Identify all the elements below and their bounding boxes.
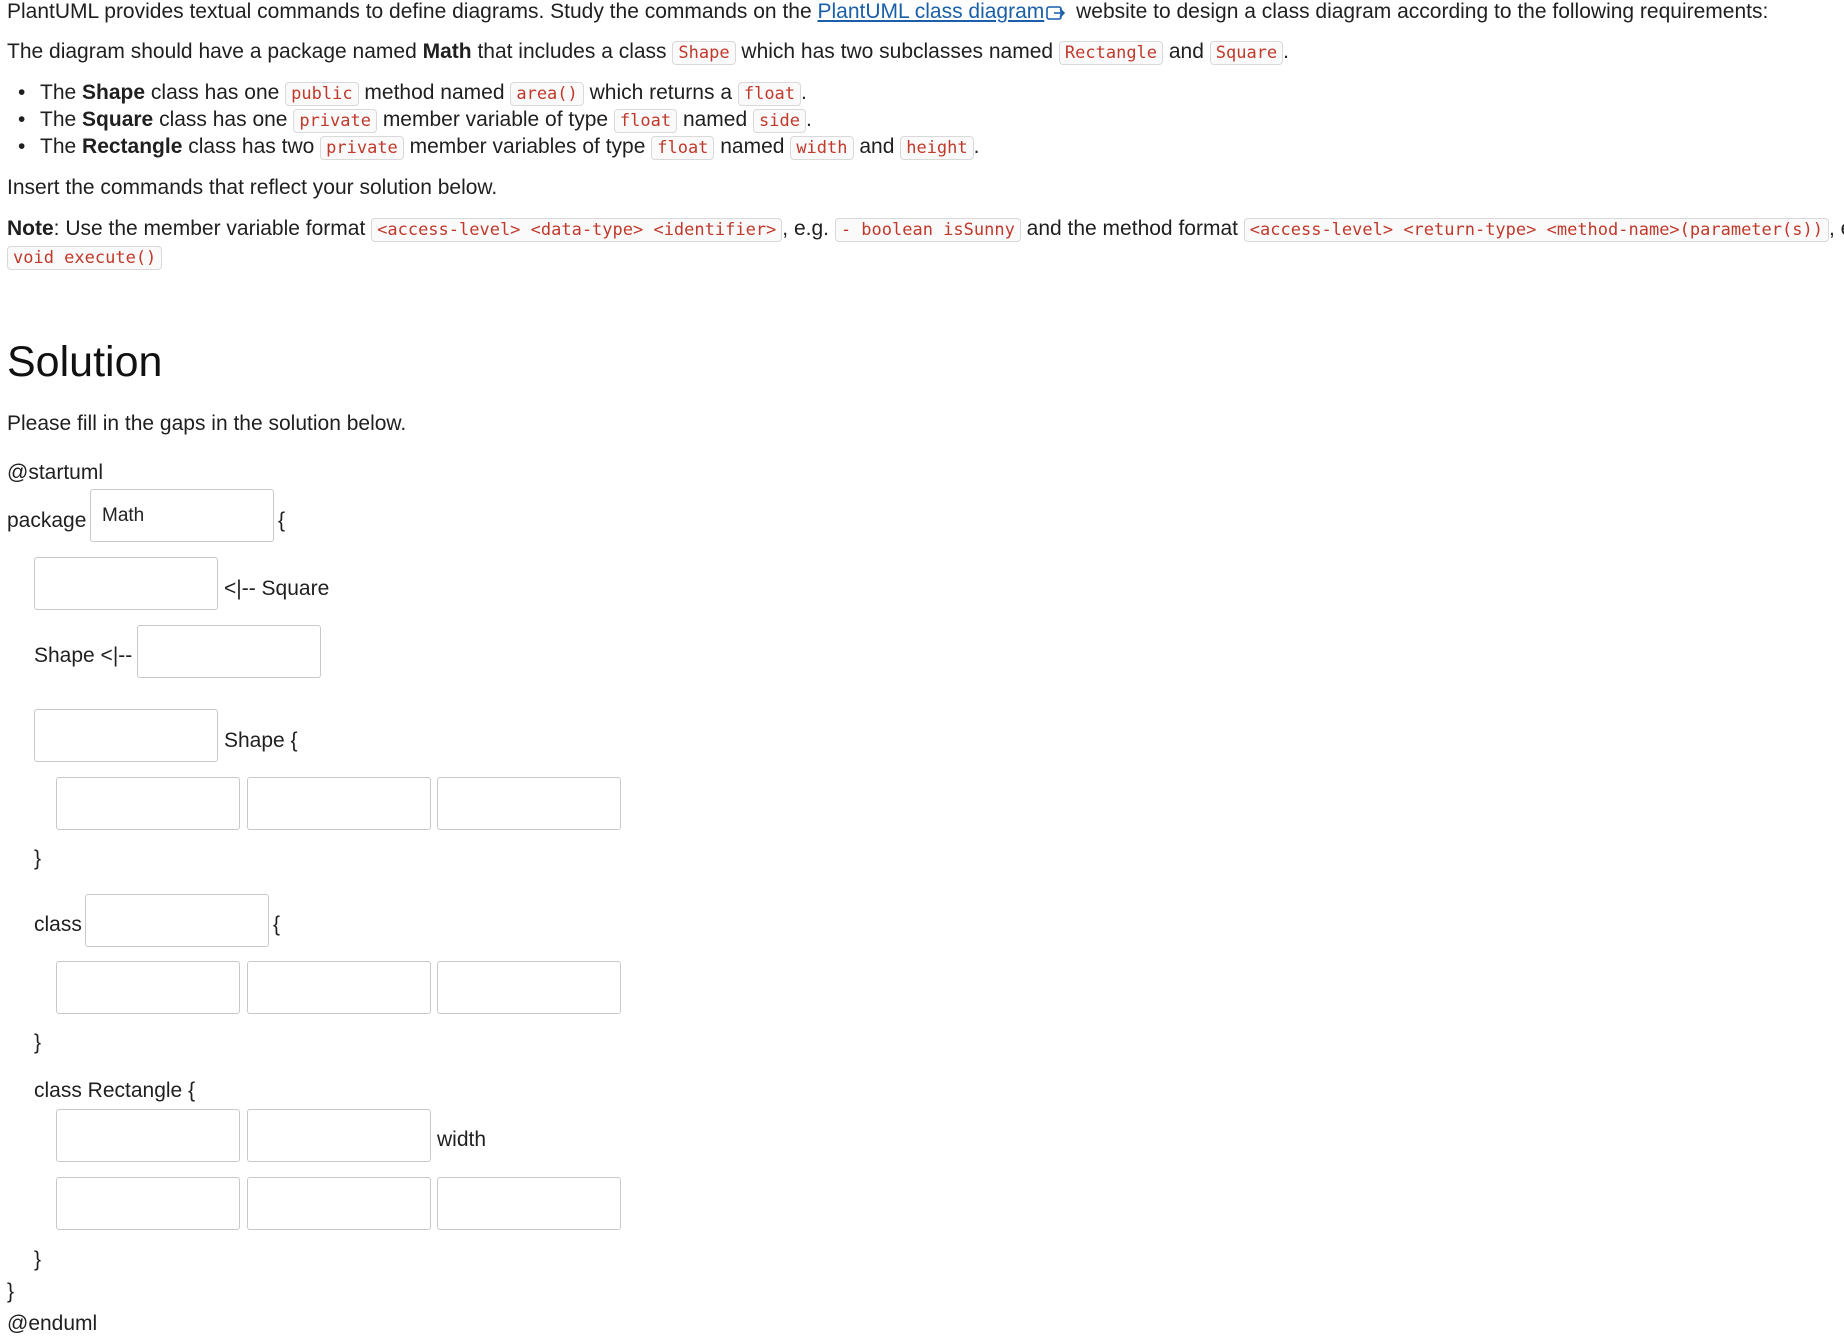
text: The bbox=[40, 135, 83, 158]
text: which returns a bbox=[583, 81, 738, 104]
note-line-continued: void execute() bbox=[7, 245, 163, 270]
code: float bbox=[613, 109, 678, 133]
requirement-rectangle: • The Rectangle class has two private mem… bbox=[18, 135, 980, 160]
shape-method-access-input[interactable] bbox=[56, 777, 240, 830]
code: area() bbox=[510, 82, 584, 106]
code: public bbox=[285, 82, 359, 106]
text: member variables of type bbox=[403, 135, 652, 158]
text: , e.g. bbox=[782, 217, 835, 240]
code: private bbox=[320, 136, 404, 160]
shape-close-brace: } bbox=[34, 847, 42, 870]
code: height bbox=[900, 136, 974, 160]
text: : Use the member variable format bbox=[53, 217, 372, 240]
width-text: width bbox=[437, 1128, 487, 1151]
code-method-example: void execute() bbox=[7, 246, 163, 270]
shape-keyword-input[interactable] bbox=[34, 709, 218, 762]
solution-heading: Solution bbox=[7, 338, 163, 386]
shape-method-name-input[interactable] bbox=[437, 777, 621, 830]
rect-width-type-input[interactable] bbox=[247, 1109, 431, 1162]
package-name-bold: Math bbox=[422, 40, 472, 63]
startuml-text: @startuml bbox=[7, 461, 103, 484]
note-label: Note bbox=[7, 217, 54, 240]
package-keyword: package bbox=[7, 509, 87, 532]
text: . bbox=[805, 108, 812, 131]
code-variable-format: <access-level> <data-type> <identifier> bbox=[371, 218, 783, 242]
class-open-brace: { bbox=[273, 913, 281, 936]
text: The bbox=[40, 108, 83, 131]
class-name: Shape bbox=[82, 81, 146, 104]
solution-instruction: Please fill in the gaps in the solution … bbox=[7, 412, 407, 435]
class-keyword: class bbox=[34, 913, 82, 936]
code-shape: Shape bbox=[672, 41, 736, 65]
requirement-shape: • The Shape class has one public method n… bbox=[18, 81, 807, 106]
class-name: Square bbox=[82, 108, 154, 131]
plantuml-class-diagram-link[interactable]: PlantUML class diagram bbox=[817, 0, 1044, 23]
text: and the method format bbox=[1020, 217, 1244, 240]
rect-height-name-input[interactable] bbox=[437, 1177, 621, 1230]
intro-text-end: website to design a class diagram accord… bbox=[1070, 0, 1769, 23]
text: class has one bbox=[153, 108, 294, 131]
class-name-input[interactable] bbox=[85, 894, 269, 947]
text: The diagram should have a package named bbox=[7, 40, 423, 63]
text: and bbox=[1163, 40, 1210, 63]
bullet-icon: • bbox=[18, 135, 26, 158]
shape-inherit-text: Shape <|-- bbox=[34, 644, 133, 667]
subclass-input[interactable] bbox=[137, 625, 321, 678]
text: and bbox=[853, 135, 901, 158]
insert-instruction: Insert the commands that reflect your so… bbox=[7, 176, 498, 199]
note-line: Note: Use the member variable format <ac… bbox=[7, 217, 1844, 242]
package-name-input[interactable] bbox=[90, 489, 274, 542]
text: . bbox=[801, 81, 807, 104]
rect-height-type-input[interactable] bbox=[247, 1177, 431, 1230]
code: side bbox=[753, 109, 806, 133]
intro-paragraph: PlantUML provides textual commands to de… bbox=[7, 0, 1768, 24]
text: class has two bbox=[182, 135, 321, 158]
rect-width-access-input[interactable] bbox=[56, 1109, 240, 1162]
text: class has one bbox=[145, 81, 286, 104]
intro-text: PlantUML provides textual commands to de… bbox=[7, 0, 818, 23]
text: . bbox=[1283, 40, 1290, 63]
code: private bbox=[293, 109, 377, 133]
square-var-name-input[interactable] bbox=[437, 961, 621, 1014]
shape-open-text: Shape { bbox=[224, 729, 298, 752]
code: float bbox=[737, 82, 802, 106]
superclass-input-1[interactable] bbox=[34, 557, 218, 610]
text: which has two subclasses named bbox=[735, 40, 1059, 63]
package-open-brace: { bbox=[278, 509, 286, 532]
bullet-icon: • bbox=[18, 81, 26, 104]
package-description: The diagram should have a package named … bbox=[7, 40, 1290, 65]
requirement-square: • The Square class has one private member… bbox=[18, 108, 812, 133]
class-close-brace: } bbox=[34, 1031, 42, 1054]
code-rectangle: Rectangle bbox=[1058, 41, 1164, 65]
text: . bbox=[973, 135, 980, 158]
text: member variable of type bbox=[376, 108, 614, 131]
code-variable-example: - boolean isSunny bbox=[834, 218, 1021, 242]
bullet-icon: • bbox=[18, 108, 26, 131]
enduml-text: @enduml bbox=[7, 1312, 98, 1335]
square-var-type-input[interactable] bbox=[247, 961, 431, 1014]
text: method named bbox=[358, 81, 511, 104]
code-method-format: <access-level> <return-type> <method-nam… bbox=[1243, 218, 1829, 242]
text: that includes a class bbox=[471, 40, 673, 63]
shape-method-type-input[interactable] bbox=[247, 777, 431, 830]
inherit-square-text: <|-- Square bbox=[224, 577, 330, 600]
package-close-brace: } bbox=[7, 1280, 15, 1303]
rect-height-access-input[interactable] bbox=[56, 1177, 240, 1230]
code-square: Square bbox=[1209, 41, 1284, 65]
text: named bbox=[714, 135, 791, 158]
text: named bbox=[677, 108, 753, 131]
class-rectangle-text: class Rectangle { bbox=[34, 1079, 196, 1102]
rectangle-close-brace: } bbox=[34, 1248, 42, 1271]
text: The bbox=[40, 81, 83, 104]
square-var-access-input[interactable] bbox=[56, 961, 240, 1014]
code: width bbox=[790, 136, 854, 160]
text: , e.g. bbox=[1828, 217, 1844, 240]
external-link-icon bbox=[1046, 2, 1066, 20]
class-name: Rectangle bbox=[82, 135, 183, 158]
code: float bbox=[651, 136, 715, 160]
